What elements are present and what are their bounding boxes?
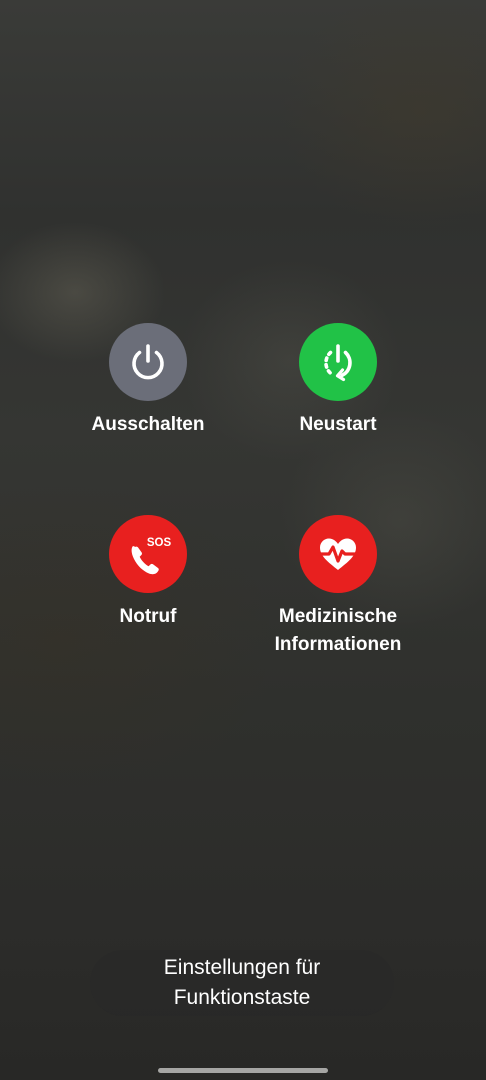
power-off-label: Ausschalten bbox=[91, 414, 205, 435]
power-off-button[interactable]: Ausschalten bbox=[53, 323, 243, 439]
phone-sos-icon: SOS bbox=[131, 537, 172, 575]
side-key-settings-label: Einstellungen für Funktionstaste bbox=[163, 956, 321, 1009]
restart-button[interactable]: Neustart bbox=[243, 323, 433, 439]
medical-info-circle[interactable] bbox=[299, 515, 377, 593]
emergency-call-circle[interactable]: SOS bbox=[109, 515, 187, 593]
power-icon bbox=[132, 344, 164, 380]
side-key-settings-button[interactable]: Einstellungen für Funktionstaste bbox=[90, 950, 394, 1016]
heart-pulse-icon bbox=[315, 538, 361, 570]
restart-circle[interactable] bbox=[299, 323, 377, 401]
sos-badge: SOS bbox=[147, 537, 172, 549]
restart-label: Neustart bbox=[299, 414, 377, 435]
medical-info-button[interactable]: Medizinische Informationen bbox=[243, 515, 433, 659]
emergency-call-label: Notruf bbox=[119, 606, 177, 627]
medical-info-label: Medizinische Informationen bbox=[274, 606, 402, 655]
restart-icon bbox=[324, 344, 352, 382]
home-indicator[interactable] bbox=[158, 1068, 328, 1073]
power-off-circle[interactable] bbox=[109, 323, 187, 401]
emergency-call-button[interactable]: SOS Notruf bbox=[53, 515, 243, 631]
